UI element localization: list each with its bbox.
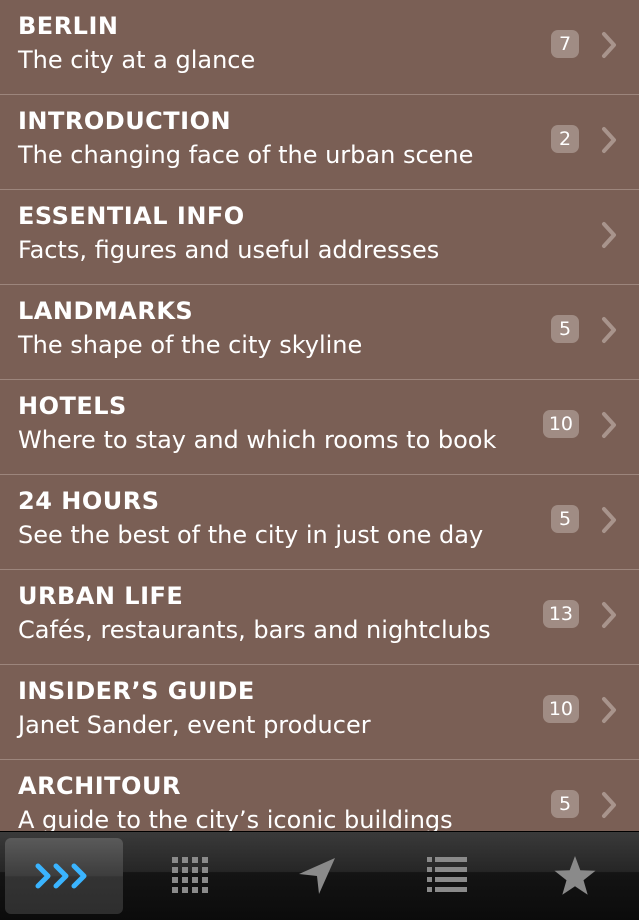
- tab-grid[interactable]: [132, 838, 250, 914]
- star-icon: [554, 856, 596, 895]
- count-badge: 13: [542, 600, 579, 628]
- list-item-introduction[interactable]: INTRODUCTION The changing face of the ur…: [0, 95, 639, 190]
- count-badge: 10: [542, 695, 579, 723]
- list-item-berlin[interactable]: BERLIN The city at a glance 7: [0, 0, 639, 95]
- item-subtitle: The city at a glance: [18, 46, 256, 74]
- count-badge: 5: [551, 505, 579, 533]
- list-icon: [427, 857, 467, 892]
- item-title: HOTELS: [18, 392, 127, 420]
- chevron-right-icon: [602, 127, 616, 153]
- list-item-hotels[interactable]: HOTELS Where to stay and which rooms to …: [0, 380, 639, 475]
- item-title: INTRODUCTION: [18, 107, 232, 135]
- list-item-architour[interactable]: ARCHITOUR A guide to the city’s iconic b…: [0, 760, 639, 831]
- tab-location[interactable]: [258, 838, 376, 914]
- chevron-right-icon: [602, 507, 616, 533]
- chevron-right-icon: [602, 317, 616, 343]
- chevron-right-icon: [602, 792, 616, 818]
- item-title: BERLIN: [18, 12, 119, 40]
- chevron-right-icon: [602, 602, 616, 628]
- tab-list[interactable]: [388, 838, 506, 914]
- count-badge: 5: [551, 315, 579, 343]
- chevron-right-icon: [602, 697, 616, 723]
- chevron-right-icon: [602, 222, 616, 248]
- forward-chevrons-icon: [35, 863, 87, 889]
- list-item-24-hours[interactable]: 24 HOURS See the best of the city in jus…: [0, 475, 639, 570]
- item-subtitle: Where to stay and which rooms to book: [18, 426, 497, 454]
- item-subtitle: Janet Sander, event producer: [18, 711, 371, 739]
- list-item-insiders-guide[interactable]: INSIDER’S GUIDE Janet Sander, event prod…: [0, 665, 639, 760]
- list-item-landmarks[interactable]: LANDMARKS The shape of the city skyline …: [0, 285, 639, 380]
- list-item-essential-info[interactable]: ESSENTIAL INFO Facts, figures and useful…: [0, 190, 639, 285]
- section-list: BERLIN The city at a glance 7 INTRODUCTI…: [0, 0, 639, 831]
- list-item-urban-life[interactable]: URBAN LIFE Cafés, restaurants, bars and …: [0, 570, 639, 665]
- item-title: 24 HOURS: [18, 487, 160, 515]
- item-subtitle: See the best of the city in just one day: [18, 521, 484, 549]
- item-title: ESSENTIAL INFO: [18, 202, 245, 230]
- chevron-right-icon: [602, 412, 616, 438]
- item-title: LANDMARKS: [18, 297, 194, 325]
- location-arrow-icon: [299, 858, 335, 894]
- tab-bar: [0, 831, 639, 920]
- tab-forward[interactable]: [5, 838, 123, 914]
- item-title: ARCHITOUR: [18, 772, 181, 800]
- item-title: INSIDER’S GUIDE: [18, 677, 255, 705]
- count-badge: 7: [551, 30, 579, 58]
- item-subtitle: A guide to the city’s iconic buildings: [18, 806, 453, 831]
- item-subtitle: The changing face of the urban scene: [18, 141, 474, 169]
- item-subtitle: Facts, figures and useful addresses: [18, 236, 440, 264]
- count-badge: 10: [542, 410, 579, 438]
- item-subtitle: Cafés, restaurants, bars and nightclubs: [18, 616, 491, 644]
- item-subtitle: The shape of the city skyline: [18, 331, 363, 359]
- count-badge: 5: [551, 790, 579, 818]
- chevron-right-icon: [602, 32, 616, 58]
- tab-favorites[interactable]: [516, 838, 634, 914]
- count-badge: 2: [551, 125, 579, 153]
- item-title: URBAN LIFE: [18, 582, 184, 610]
- grid-icon: [172, 857, 208, 893]
